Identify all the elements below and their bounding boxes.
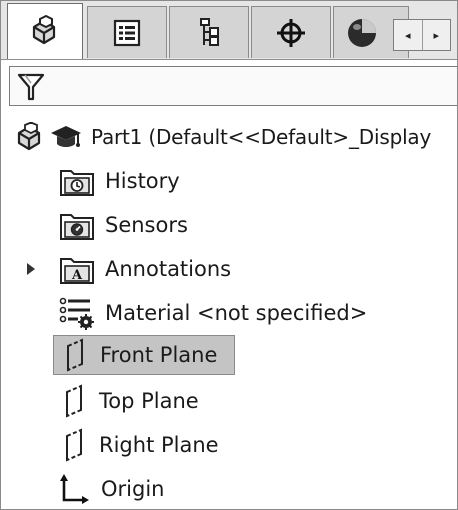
material-icon <box>59 297 94 330</box>
tab-scroll-left-button[interactable]: ◂ <box>394 20 422 50</box>
configuration-manager-tab[interactable] <box>169 6 249 58</box>
part-root-node[interactable]: Part1 (Default<<Default>_Display <box>15 119 431 155</box>
tree-item-front-plane[interactable]: Front Plane <box>53 335 235 375</box>
dimxpert-manager-tab[interactable] <box>251 6 331 58</box>
graduation-cap-icon <box>51 126 81 147</box>
tree-item-label: Front Plane <box>100 343 218 367</box>
appearance-sphere-icon <box>348 18 376 47</box>
feature-manager-panel: ◂ ▸ Part1 (Default<<Default>_Display His… <box>0 0 458 510</box>
property-manager-tab[interactable] <box>87 6 167 58</box>
tab-scroll-arrows: ◂ ▸ <box>393 19 451 51</box>
tree-item-right-plane[interactable]: Right Plane <box>59 425 219 465</box>
tree-item-origin[interactable]: Origin <box>59 469 164 509</box>
funnel-filter-icon[interactable] <box>16 71 46 103</box>
tree-item-history[interactable]: History <box>59 161 180 201</box>
tab-scroll-right-button[interactable]: ▸ <box>421 20 451 50</box>
tree-item-label: Annotations <box>105 257 232 281</box>
tree-item-label: Origin <box>101 477 165 501</box>
part-cube-icon <box>32 15 56 45</box>
plane-icon <box>66 428 82 462</box>
manager-tab-strip: ◂ ▸ <box>1 1 457 60</box>
origin-icon <box>60 474 89 504</box>
crosshair-target-icon <box>277 18 305 47</box>
tree-item-annotations[interactable]: A Annotations <box>59 249 231 289</box>
plane-icon <box>67 338 83 372</box>
svg-text:A: A <box>71 268 83 283</box>
tree-item-sensors[interactable]: Sensors <box>59 205 188 245</box>
tree-item-label: Material <not specified> <box>105 301 368 325</box>
annotations-folder-icon: A <box>60 258 94 284</box>
tree-item-label: Right Plane <box>99 433 219 457</box>
tree-item-label: History <box>105 169 180 193</box>
feature-manager-tab[interactable] <box>7 3 83 59</box>
property-list-icon <box>113 19 141 46</box>
sensors-folder-icon <box>60 214 94 240</box>
tree-item-material[interactable]: Material <not specified> <box>59 293 367 333</box>
part-root-label: Part1 (Default<<Default>_Display <box>91 125 432 149</box>
configuration-tree-icon <box>200 17 219 46</box>
tree-item-label: Top Plane <box>99 389 199 413</box>
feature-tree-filter-input[interactable] <box>9 66 457 106</box>
history-folder-icon <box>60 170 94 196</box>
plane-icon <box>66 384 82 418</box>
tree-item-label: Sensors <box>105 213 188 237</box>
part-cube-icon <box>17 122 41 151</box>
annotations-expand-arrow[interactable] <box>27 263 35 275</box>
tree-item-top-plane[interactable]: Top Plane <box>59 381 199 421</box>
